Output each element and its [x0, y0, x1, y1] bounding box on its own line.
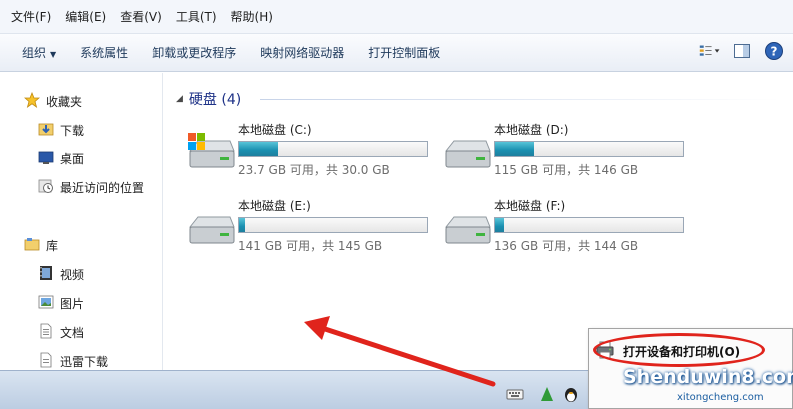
- nav-thunder-label: 迅雷下载: [60, 355, 109, 369]
- menu-tools[interactable]: 工具(T): [169, 0, 224, 34]
- menu-edit[interactable]: 编辑(E): [58, 0, 113, 34]
- open-control-panel-button[interactable]: 打开控制面板: [356, 44, 452, 61]
- open-devices-printers-label: 打开设备和打印机(O): [623, 344, 741, 359]
- nav-documents-label: 文档: [60, 326, 85, 340]
- nav-videos[interactable]: 视频: [38, 265, 84, 284]
- drive-usage-fill: [239, 218, 245, 232]
- drive-name: 本地磁盘 (F:): [494, 199, 566, 213]
- drive-name: 本地磁盘 (E:): [238, 199, 311, 213]
- drive-usage-fill: [495, 142, 535, 156]
- nav-favorites-label: 收藏夹: [46, 95, 83, 109]
- menu-file[interactable]: 文件(F): [4, 0, 58, 34]
- nav-libraries[interactable]: 库: [24, 236, 58, 255]
- drive-tile[interactable]: 本地磁盘 (C:) 23.7 GB 可用，共 30.0 GB: [186, 121, 436, 183]
- document-icon: [38, 352, 54, 371]
- drive-space-info: 136 GB 可用，共 144 GB: [494, 239, 639, 253]
- open-devices-printers-item[interactable]: 打开设备和打印机(O): [593, 333, 765, 367]
- library-icon: [24, 236, 40, 255]
- nav-libraries-label: 库: [46, 239, 59, 253]
- command-bar: 组织 ▼ 系统属性 卸载或更改程序 映射网络驱动器 打开控制面板 ?: [0, 34, 793, 72]
- drive-usage-bar: [238, 217, 428, 233]
- nav-downloads[interactable]: 下载: [38, 121, 84, 140]
- group-title: 硬盘 (4): [188, 92, 242, 108]
- nav-thunder-downloads[interactable]: 迅雷下载: [38, 352, 108, 371]
- nav-documents[interactable]: 文档: [38, 323, 84, 342]
- svg-text:?: ?: [771, 45, 778, 59]
- hard-drive-icon: [442, 133, 492, 173]
- nav-pictures-label: 图片: [60, 297, 85, 311]
- nav-recent-label: 最近访问的位置: [60, 181, 145, 195]
- drive-usage-bar: [494, 141, 684, 157]
- nav-recent-places[interactable]: 最近访问的位置: [38, 178, 144, 197]
- help-icon[interactable]: ?: [763, 40, 785, 62]
- drive-usage-fill: [239, 142, 279, 156]
- nav-desktop[interactable]: 桌面: [38, 149, 84, 168]
- nav-videos-label: 视频: [60, 268, 85, 282]
- star-icon: [23, 91, 41, 111]
- desktop-icon: [38, 149, 54, 168]
- menu-bar: 文件(F) 编辑(E) 查看(V) 工具(T) 帮助(H): [0, 0, 793, 34]
- collapse-triangle-icon: ◢: [176, 94, 183, 104]
- flag-icon[interactable]: [538, 385, 556, 403]
- hard-disk-group-header[interactable]: ◢ 硬盘 (4): [176, 89, 241, 109]
- toolbar-right-group: ?: [699, 40, 785, 62]
- context-menu: 打开设备和打印机(O): [588, 328, 793, 409]
- menu-view[interactable]: 查看(V): [113, 0, 169, 34]
- drive-name: 本地磁盘 (D:): [494, 123, 569, 137]
- picture-icon: [38, 294, 54, 313]
- document-icon: [38, 323, 54, 342]
- chevron-down-icon: ▼: [50, 50, 57, 59]
- drive-space-info: 23.7 GB 可用，共 30.0 GB: [238, 163, 390, 177]
- drive-tile[interactable]: 本地磁盘 (D:) 115 GB 可用，共 146 GB: [442, 121, 692, 183]
- view-options-icon[interactable]: [699, 40, 721, 62]
- drive-usage-fill: [495, 218, 505, 232]
- hard-drive-icon: [186, 209, 236, 249]
- hard-drive-icon: [442, 209, 492, 249]
- downloads-folder-icon: [38, 121, 54, 140]
- organize-button[interactable]: 组织 ▼: [10, 44, 68, 61]
- nav-pictures[interactable]: 图片: [38, 294, 84, 313]
- qq-penguin-icon[interactable]: [562, 385, 580, 403]
- drive-tile[interactable]: 本地磁盘 (E:) 141 GB 可用，共 145 GB: [186, 197, 436, 259]
- organize-label: 组织: [22, 46, 47, 60]
- navigation-pane: 收藏夹 下载 桌面 最近访问的位置 库 视频 图片 文档 迅雷下载: [0, 73, 163, 370]
- drive-usage-bar: [494, 217, 684, 233]
- menu-help[interactable]: 帮助(H): [224, 0, 280, 34]
- video-icon: [38, 265, 54, 284]
- drive-space-info: 115 GB 可用，共 146 GB: [494, 163, 639, 177]
- recent-places-icon: [38, 178, 54, 197]
- map-network-drive-button[interactable]: 映射网络驱动器: [248, 44, 356, 61]
- preview-pane-icon[interactable]: [731, 40, 753, 62]
- keyboard-icon[interactable]: [506, 385, 524, 403]
- group-divider: [260, 99, 780, 100]
- drive-tile[interactable]: 本地磁盘 (F:) 136 GB 可用，共 144 GB: [442, 197, 692, 259]
- printer-icon: [595, 340, 615, 363]
- drive-space-info: 141 GB 可用，共 145 GB: [238, 239, 383, 253]
- system-properties-button[interactable]: 系统属性: [68, 44, 140, 61]
- uninstall-program-button[interactable]: 卸载或更改程序: [140, 44, 248, 61]
- nav-downloads-label: 下载: [60, 124, 85, 138]
- drive-usage-bar: [238, 141, 428, 157]
- nav-desktop-label: 桌面: [60, 152, 85, 166]
- nav-favorites[interactable]: 收藏夹: [23, 91, 83, 111]
- system-drive-icon: [186, 133, 236, 173]
- content-pane: ◢ 硬盘 (4) 本地磁盘 (C:) 23.7 GB 可用，共 30.0 GB: [164, 73, 793, 370]
- drive-name: 本地磁盘 (C:): [238, 123, 312, 137]
